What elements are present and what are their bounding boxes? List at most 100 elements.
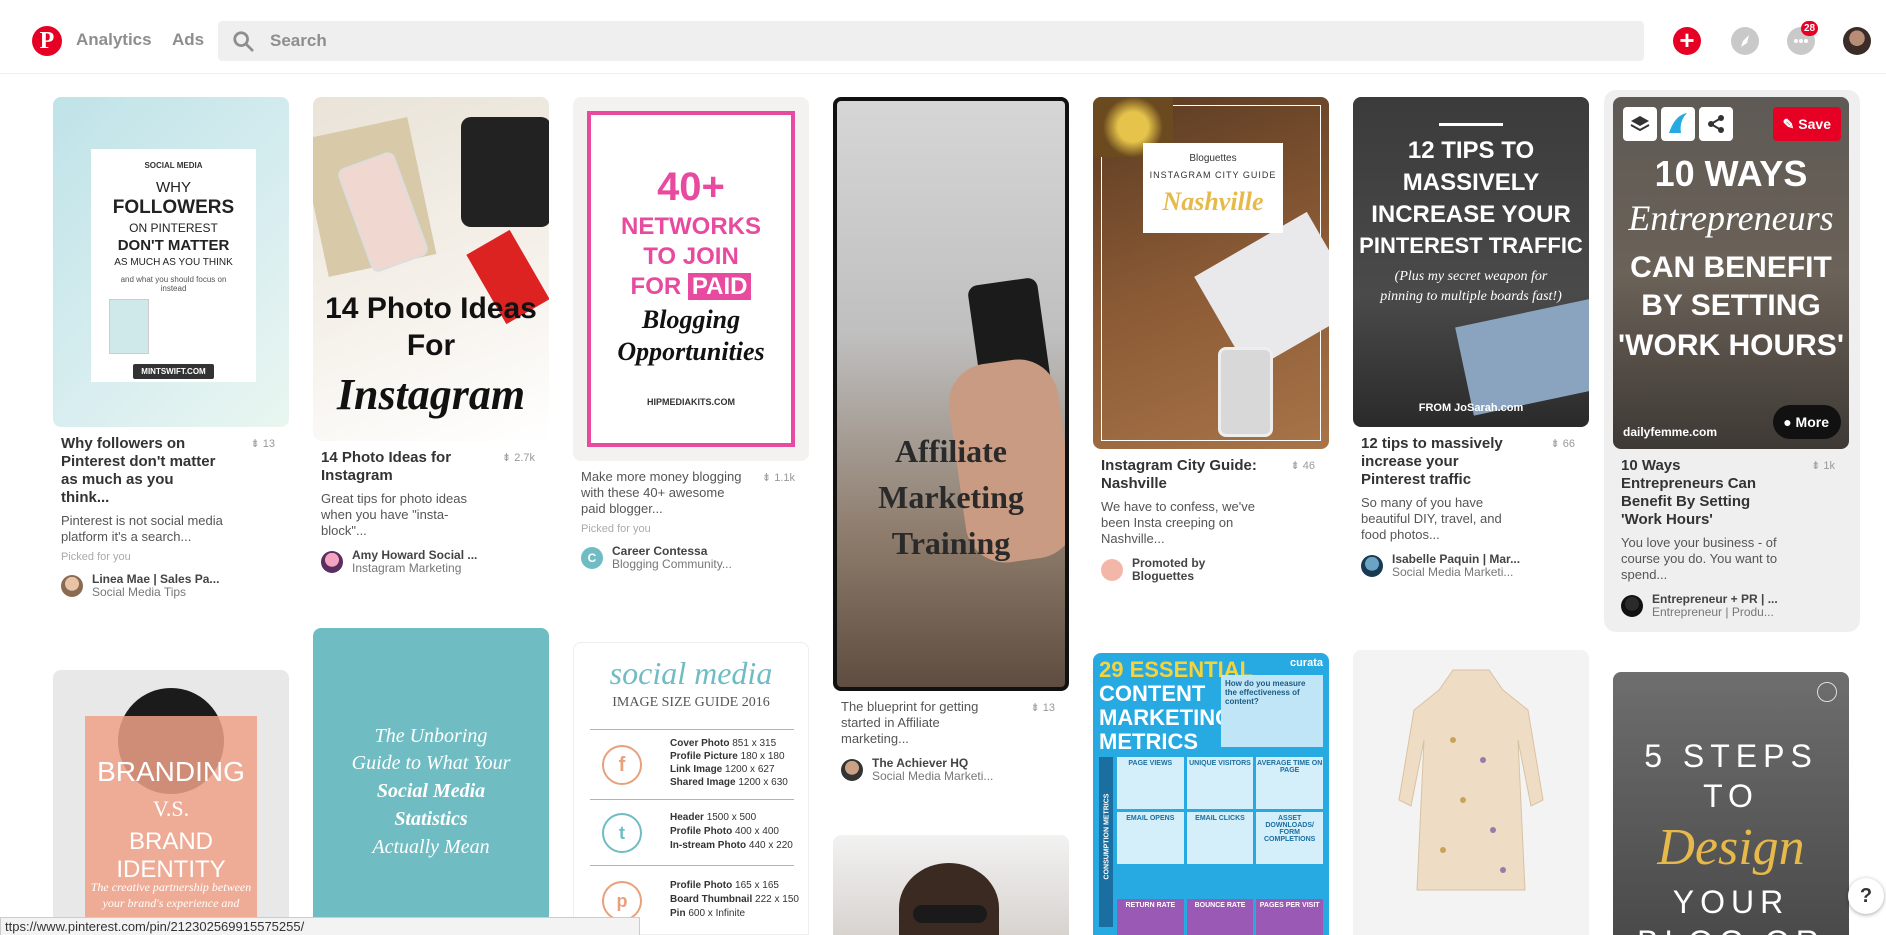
sunglasses-shape: [913, 905, 987, 923]
pin-card[interactable]: 12 TIPS TO MASSIVELY INCREASE YOUR PINTE…: [1353, 97, 1589, 579]
search-bar[interactable]: [218, 21, 1644, 61]
pin-image-card: SOCIAL MEDIA WHY FOLLOWERS ON PINTEREST …: [91, 149, 256, 382]
share-button[interactable]: [1699, 107, 1733, 141]
pin-title[interactable]: 12 tips to massively increase your Pinte…: [1361, 435, 1526, 489]
pin-image-size-guide[interactable]: social media IMAGE SIZE GUIDE 2016 f Cov…: [573, 642, 809, 935]
nav-analytics[interactable]: Analytics: [76, 30, 152, 50]
extension-button[interactable]: [1661, 107, 1695, 141]
pin-image[interactable]: Bloguettes INSTAGRAM CITY GUIDE Nashvill…: [1093, 97, 1329, 449]
size-guide-pinterest: Profile Photo 165 x 165 Board Thumbnail …: [670, 880, 799, 919]
send-to-board-button[interactable]: [1623, 107, 1657, 141]
picked-for-you-label: Picked for you: [61, 551, 131, 563]
pin-image-frame: 40+ NETWORKS TO JOIN FOR PAID Blogging O…: [587, 111, 795, 447]
pin-description: So many of you have beautiful DIY, trave…: [1361, 495, 1502, 542]
save-count: ⇟ 1.1k: [761, 472, 795, 484]
save-count: ⇟ 46: [1290, 460, 1315, 472]
layers-icon: [1630, 116, 1650, 132]
facebook-icon: f: [602, 745, 642, 785]
pin-image-unboring[interactable]: The Unboring Guide to What Your Social M…: [313, 628, 549, 935]
pin-description: We have to confess, we've been Insta cre…: [1101, 499, 1255, 546]
pin-image-5-steps[interactable]: 5 STEPS TO Design YOUR BLOG OR: [1613, 672, 1849, 935]
watermark-logo-icon: [1817, 682, 1837, 702]
save-count: ⇟ 13: [1030, 702, 1055, 714]
attribution-avatar[interactable]: [61, 575, 83, 597]
city-guide-card: Bloguettes INSTAGRAM CITY GUIDE Nashvill…: [1143, 143, 1283, 233]
size-guide-twitter: Header 1500 x 500 Profile Photo 400 x 40…: [670, 812, 793, 851]
laptop-shape: [1455, 298, 1589, 416]
picked-for-you-label: Picked for you: [581, 523, 651, 535]
pin-save-icon: ⇟: [250, 438, 260, 450]
share-icon: [1708, 115, 1724, 133]
pin-card[interactable]: SOCIAL MEDIA WHY FOLLOWERS ON PINTEREST …: [53, 97, 289, 599]
pin-save-icon: ⇟: [1030, 702, 1040, 714]
pin-card[interactable]: Bloguettes INSTAGRAM CITY GUIDE Nashvill…: [1093, 97, 1329, 583]
explore-compass-icon[interactable]: [1731, 27, 1759, 55]
title-rule: [1439, 123, 1503, 126]
pin-description: The blueprint for getting started in Aff…: [841, 699, 979, 746]
help-button[interactable]: ?: [1848, 878, 1884, 914]
save-count: ⇟ 66: [1550, 438, 1575, 450]
save-button[interactable]: ✎ Save: [1772, 107, 1841, 141]
pin-save-icon: ⇟: [501, 452, 512, 464]
pin-attribution[interactable]: Amy Howard Social ... Instagram Marketing: [321, 549, 541, 575]
pin-attribution[interactable]: Isabelle Paquin | Mar... Social Media Mar…: [1361, 553, 1581, 579]
pin-image-branding[interactable]: BRANDING V.S. BRAND IDENTITY The creativ…: [53, 670, 289, 935]
pin-title[interactable]: Why followers on Pinterest don't matter …: [61, 435, 226, 507]
pin-image[interactable]: 40+ NETWORKS TO JOIN FOR PAID Blogging O…: [573, 97, 809, 461]
pin-title[interactable]: 10 Ways Entrepreneurs Can Benefit By Set…: [1621, 457, 1786, 529]
pin-image[interactable]: 12 TIPS TO MASSIVELY INCREASE YOUR PINTE…: [1353, 97, 1589, 427]
source-link[interactable]: dailyfemme.com: [1623, 425, 1717, 439]
pin-card[interactable]: 40+ NETWORKS TO JOIN FOR PAID Blogging O…: [573, 97, 809, 571]
pin-description: You love your business - of course you d…: [1621, 535, 1778, 582]
more-button[interactable]: ● More: [1773, 405, 1841, 439]
search-icon: [233, 31, 254, 52]
save-count: ⇟ 1k: [1811, 460, 1835, 472]
attribution-avatar[interactable]: [321, 551, 343, 573]
pin-description: Make more money blogging with these 40+ …: [581, 469, 742, 516]
pin-attribution[interactable]: C Career Contessa Blogging Community...: [581, 545, 801, 571]
profile-avatar[interactable]: [1843, 27, 1871, 55]
hair-shape: [899, 863, 999, 935]
pin-attribution[interactable]: Promoted by Bloguettes: [1101, 557, 1321, 583]
attribution-avatar[interactable]: [1621, 595, 1643, 617]
promoted-avatar[interactable]: [1101, 559, 1123, 581]
pin-description: Pinterest is not social media platform i…: [61, 513, 223, 544]
pin-save-icon: ⇟: [1550, 438, 1560, 450]
pin-attribution[interactable]: Linea Mae | Sales Pa... Social Media Tips: [61, 573, 281, 599]
dress-shape: [1398, 669, 1544, 891]
pin-icon: ✎: [1782, 116, 1795, 132]
top-bar: P Analytics Ads + 28: [0, 0, 1886, 74]
pin-card[interactable]: 14 Photo Ideas For Instagram 14 Photo Id…: [313, 97, 549, 575]
size-guide-facebook: Cover Photo 851 x 315 Profile Picture 18…: [670, 738, 788, 788]
pin-image-portrait[interactable]: [833, 835, 1069, 935]
pin-attribution[interactable]: The Achiever HQ Social Media Marketi...: [841, 757, 1061, 783]
save-count: ⇟ 2.7k: [501, 452, 535, 464]
add-pin-icon[interactable]: +: [1673, 27, 1701, 55]
pin-image-metrics[interactable]: 29 ESSENTIAL CONTENT MARKETING METRICS c…: [1093, 653, 1329, 935]
attribution-avatar[interactable]: [841, 759, 863, 781]
metrics-grid: PAGE VIEWS UNIQUE VISITORS AVERAGE TIME …: [1117, 757, 1323, 864]
checklist-thumbnail: [109, 299, 149, 354]
pin-card[interactable]: Affiliate Marketing Training ⇟ 13 The bl…: [833, 97, 1069, 783]
section-divider: [590, 799, 794, 800]
pinterest-logo-icon[interactable]: P: [32, 26, 62, 56]
pin-description: Great tips for photo ideas when you have…: [321, 491, 467, 538]
attribution-avatar[interactable]: [1361, 555, 1383, 577]
pin-image[interactable]: 10 WAYS Entrepreneurs CAN BENEFIT BY SET…: [1613, 97, 1849, 449]
pin-attribution[interactable]: Entrepreneur + PR | ... Entrepreneur | Pr…: [1621, 593, 1841, 619]
attribution-avatar[interactable]: C: [581, 547, 603, 569]
pin-image[interactable]: Affiliate Marketing Training: [833, 97, 1069, 691]
pin-image-dress[interactable]: [1353, 650, 1589, 935]
pin-title[interactable]: Instagram City Guide: Nashville: [1101, 457, 1266, 493]
section-divider: [590, 729, 794, 730]
nav-ads[interactable]: Ads: [172, 30, 204, 50]
pin-save-icon: ⇟: [1290, 460, 1300, 472]
pin-image[interactable]: SOCIAL MEDIA WHY FOLLOWERS ON PINTEREST …: [53, 97, 289, 427]
branding-overlay: BRANDING V.S. BRAND IDENTITY The creativ…: [85, 716, 257, 935]
pin-title[interactable]: 14 Photo Ideas for Instagram: [321, 449, 486, 485]
save-count: ⇟ 13: [250, 438, 275, 450]
pin-save-icon: ⇟: [1811, 460, 1821, 472]
pin-card-hovered[interactable]: 10 WAYS Entrepreneurs CAN BENEFIT BY SET…: [1613, 97, 1849, 619]
pin-image[interactable]: 14 Photo Ideas For Instagram: [313, 97, 549, 441]
search-input[interactable]: [270, 21, 1630, 61]
